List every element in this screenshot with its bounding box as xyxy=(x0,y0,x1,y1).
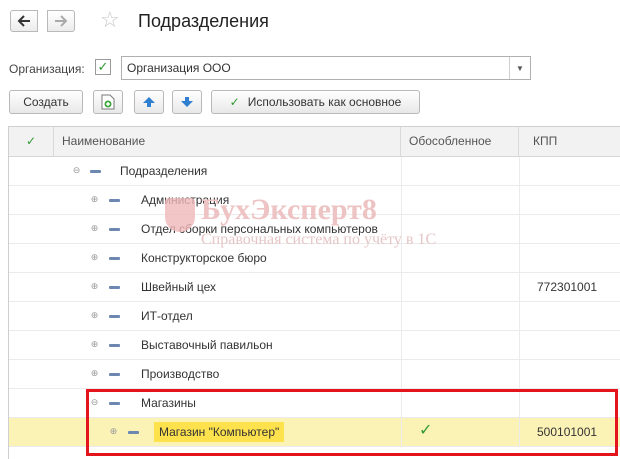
organization-checkbox[interactable]: ✓ xyxy=(95,59,111,75)
row-kpp: 500101001 xyxy=(537,425,598,439)
create-button[interactable]: Создать xyxy=(9,90,83,114)
separate-check-icon: ✓ xyxy=(419,422,433,439)
table-row[interactable]: ⊖ Магазины xyxy=(9,389,620,418)
copy-button[interactable] xyxy=(93,90,123,114)
set-main-label: Использовать как основное xyxy=(247,95,402,109)
table-header: ✓ Наименование Обособленное КПП xyxy=(9,127,620,157)
header-kpp-column[interactable]: КПП xyxy=(519,127,620,156)
add-copy-icon xyxy=(101,94,115,110)
organization-label: Организация: xyxy=(9,62,85,76)
expand-icon[interactable]: ⊕ xyxy=(90,195,99,204)
group-icon xyxy=(109,228,120,231)
table-row[interactable]: ⊕ Выставочный павильон xyxy=(9,331,620,360)
table-row[interactable]: ⊕ ИТ-отдел xyxy=(9,302,620,331)
check-icon: ✓ xyxy=(229,95,240,109)
move-down-button[interactable] xyxy=(172,90,202,114)
group-icon xyxy=(90,170,101,173)
header-name-column[interactable]: Наименование xyxy=(54,127,401,156)
expand-icon[interactable]: ⊕ xyxy=(90,340,99,349)
table-row[interactable]: ⊕ Конструкторское бюро xyxy=(9,244,620,273)
table-row[interactable]: ⊕ Отдел сборки персональных компьютеров xyxy=(9,215,620,244)
row-name: Конструкторское бюро xyxy=(141,251,267,265)
group-icon xyxy=(109,199,120,202)
group-icon xyxy=(109,402,120,405)
group-icon xyxy=(109,286,120,289)
arrow-right-icon xyxy=(55,15,68,27)
header-separate-column[interactable]: Обособленное xyxy=(401,127,519,156)
dropdown-arrow-icon[interactable]: ▼ xyxy=(509,57,530,79)
table-row-selected[interactable]: ⊕ Магазин "Компьютер" ✓ 500101001 xyxy=(9,418,620,447)
table-row[interactable]: ⊖ Подразделения xyxy=(9,157,620,186)
arrow-down-icon xyxy=(181,97,193,107)
group-icon xyxy=(109,315,120,318)
group-icon xyxy=(109,257,120,260)
row-name: ИТ-отдел xyxy=(141,309,193,323)
row-name: Магазин "Компьютер" xyxy=(154,422,285,442)
star-icon[interactable]: ☆ xyxy=(100,8,120,32)
set-main-button[interactable]: ✓ Использовать как основное xyxy=(211,90,420,114)
back-button[interactable] xyxy=(10,10,38,32)
table-row[interactable]: ⊕ Производство xyxy=(9,360,620,389)
organization-field[interactable]: Организация ООО ▼ xyxy=(121,56,531,80)
group-icon xyxy=(109,344,120,347)
group-icon xyxy=(109,373,120,376)
row-name: Магазины xyxy=(141,396,196,410)
expand-icon[interactable]: ⊕ xyxy=(90,311,99,320)
header-mark-column[interactable]: ✓ xyxy=(9,127,54,156)
forward-button[interactable] xyxy=(47,10,75,32)
row-name: Администрация xyxy=(141,193,230,207)
check-icon: ✓ xyxy=(97,59,109,74)
expand-icon[interactable]: ⊕ xyxy=(109,427,118,436)
expand-icon[interactable]: ⊕ xyxy=(90,282,99,291)
arrow-left-icon xyxy=(17,15,30,27)
row-name: Подразделения xyxy=(120,164,208,178)
page-title: Подразделения xyxy=(138,11,269,31)
expand-icon[interactable]: ⊕ xyxy=(90,369,99,378)
table-row[interactable]: ⊕ Швейный цех 772301001 xyxy=(9,273,620,302)
group-icon xyxy=(128,431,139,434)
departments-table: ✓ Наименование Обособленное КПП ⊖ Подраз… xyxy=(8,126,620,459)
move-up-button[interactable] xyxy=(134,90,164,114)
arrow-up-icon xyxy=(143,97,155,107)
expand-icon[interactable]: ⊕ xyxy=(90,253,99,262)
row-name: Производство xyxy=(141,367,220,381)
row-kpp: 772301001 xyxy=(537,280,598,294)
expand-icon[interactable]: ⊕ xyxy=(90,224,99,233)
organization-value: Организация ООО xyxy=(127,61,231,75)
table-row[interactable]: ⊕ Администрация xyxy=(9,186,620,215)
collapse-icon[interactable]: ⊖ xyxy=(90,398,99,407)
collapse-icon[interactable]: ⊖ xyxy=(72,166,81,175)
row-name: Швейный цех xyxy=(141,280,217,294)
row-name: Выставочный павильон xyxy=(141,338,273,352)
row-name: Отдел сборки персональных компьютеров xyxy=(141,222,378,236)
